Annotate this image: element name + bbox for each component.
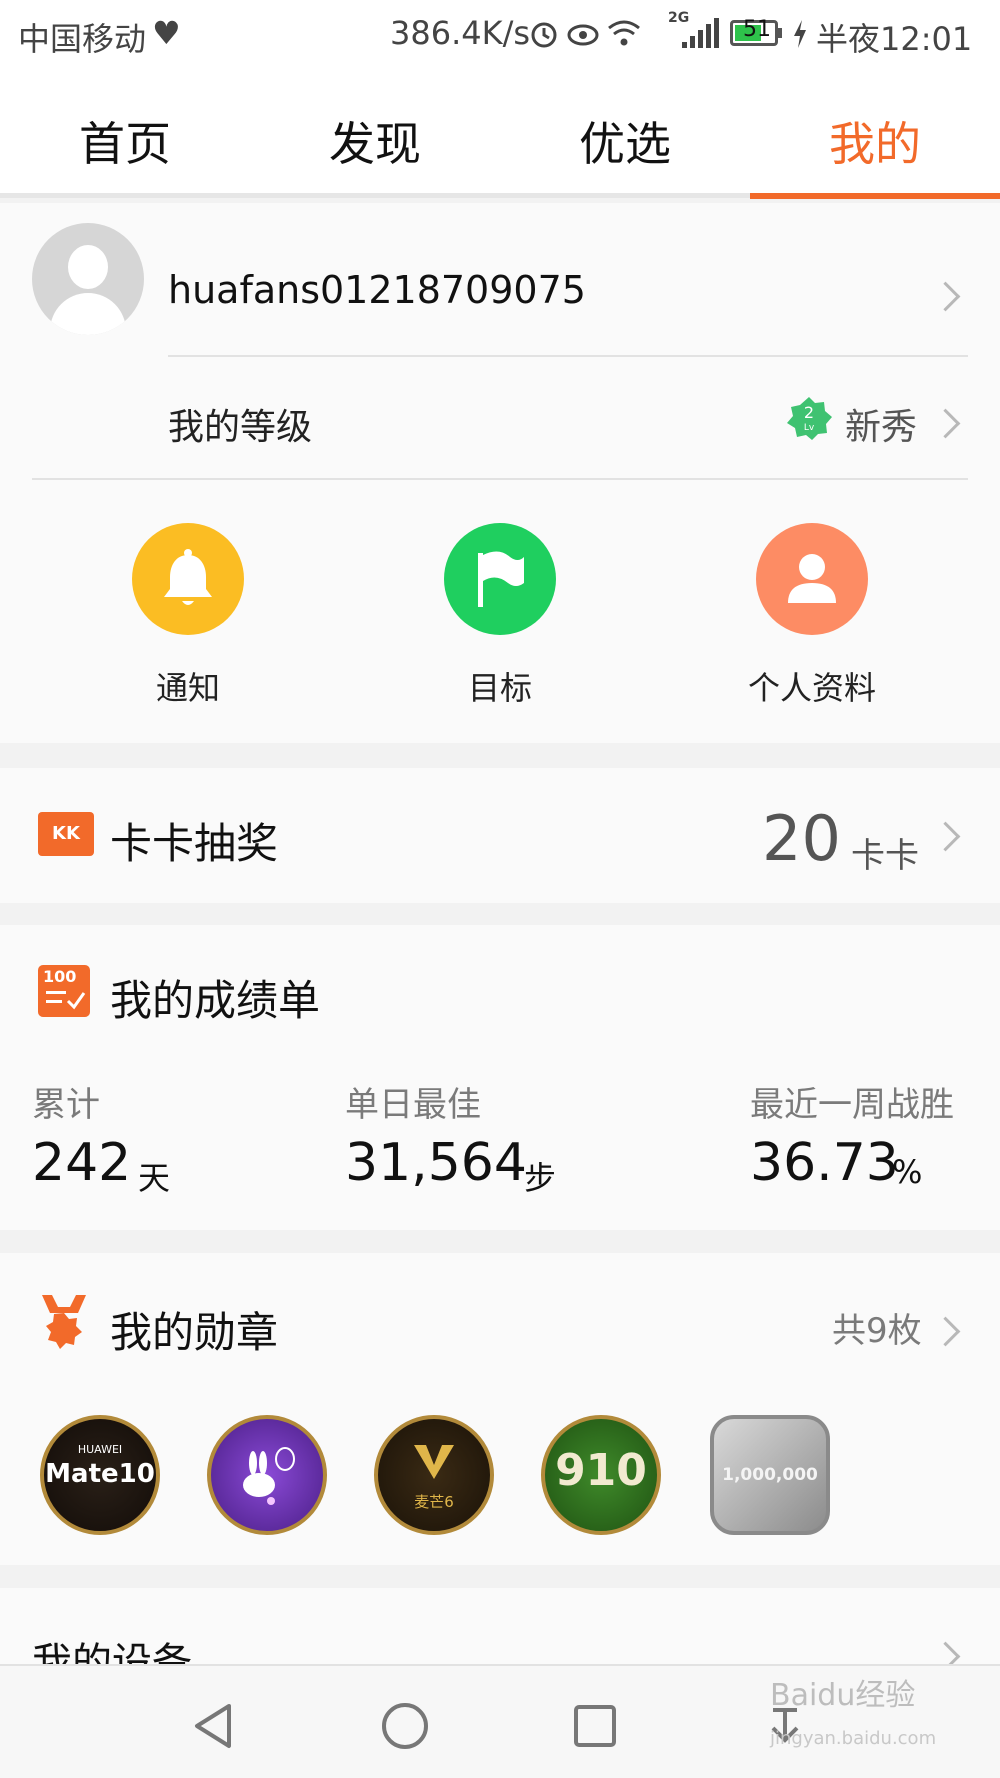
flag-icon (478, 551, 524, 607)
active-tab-indicator (750, 193, 1000, 199)
tab-featured[interactable]: 优选 (500, 108, 750, 174)
baidu-watermark: Baidu经验 (770, 1678, 916, 1713)
notification-circle[interactable] (132, 523, 244, 635)
level-name[interactable]: 新秀 (845, 398, 917, 450)
medal-rabbit-lantern[interactable] (207, 1415, 327, 1535)
medal-mate10[interactable]: HUAWEI Mate10 (40, 1415, 160, 1535)
kaka-count: 20 (762, 802, 841, 875)
rabbit-icon (243, 1447, 295, 1505)
avatar[interactable] (32, 223, 144, 335)
battery-icon: 51 (730, 17, 778, 46)
medals-title: 我的勋章 (110, 1308, 279, 1357)
recents-icon[interactable] (565, 1696, 625, 1756)
alarm-icon (531, 22, 557, 48)
stat-unit-best-day: 步 (524, 1159, 557, 1197)
tab-home[interactable]: 首页 (0, 108, 250, 174)
quick-action-label: 个人资料 (747, 669, 876, 707)
goal-circle[interactable] (444, 523, 556, 635)
clock: 半夜12:01 (816, 20, 973, 58)
divider (32, 478, 968, 480)
medal-brand: HUAWEI (77, 1443, 123, 1456)
status-bar: 中国移动 ♥ 386.4K/s 2G 51 半夜12:01 (0, 0, 1000, 68)
devices-title: 我的设备 (32, 1640, 192, 1668)
home-icon[interactable] (375, 1696, 435, 1756)
report-score-icon: 100 (38, 965, 90, 1017)
tab-discover[interactable]: 发现 (250, 108, 500, 174)
stat-value-best-day: 31,564 (345, 1133, 527, 1193)
devices-row[interactable]: 我的设备 (0, 1588, 1000, 1668)
quick-action-label: 目标 (467, 669, 532, 707)
report-card: 100 我的成绩单 累计 242 天 单日最佳 31,564 步 最近一周战胜 … (0, 925, 1000, 1230)
signal-icon (682, 18, 719, 48)
level-number: 2 (804, 403, 814, 422)
medal-maimang6[interactable]: 麦芒6 (374, 1415, 494, 1535)
medals-card: 我的勋章 共9枚 HUAWEI Mate10 麦芒6 910 1,000,000 (0, 1253, 1000, 1565)
wifi-icon (608, 20, 640, 46)
stat-unit-total: 天 (138, 1159, 171, 1197)
level-label[interactable]: 我的等级 (168, 398, 312, 450)
divider (168, 355, 968, 357)
medal-million-steps[interactable]: 1,000,000 (710, 1415, 830, 1535)
kaka-unit: 卡卡 (851, 836, 919, 876)
level-badge-icon: 2 Lv (787, 397, 832, 440)
eye-comfort-icon (567, 24, 599, 46)
chevron-right-icon[interactable] (930, 821, 961, 852)
quick-action-notifications[interactable]: 通知 (88, 523, 288, 709)
kaka-ticket-icon: KK (38, 812, 94, 856)
stat-unit-week-beat: % (892, 1153, 923, 1191)
stat-label-best-day: 单日最佳 (345, 1085, 481, 1125)
maimang-logo-icon (414, 1445, 454, 1479)
charging-icon (794, 20, 806, 48)
chevron-right-icon[interactable] (930, 281, 961, 312)
report-title: 我的成绩单 (110, 976, 321, 1025)
stat-label-week-beat: 最近一周战胜 (750, 1085, 954, 1125)
top-tab-bar: 首页 发现 优选 我的 (0, 68, 1000, 199)
medal-label: Mate10 (45, 1459, 155, 1489)
medal-910[interactable]: 910 (541, 1415, 661, 1535)
person-icon (788, 554, 836, 603)
kaka-lottery-row[interactable]: KK 卡卡抽奖 20 卡卡 (0, 768, 1000, 903)
chevron-right-icon[interactable] (930, 1316, 961, 1347)
chevron-right-icon[interactable] (930, 408, 961, 439)
medal-icon (42, 1295, 86, 1349)
quick-action-goals[interactable]: 目标 (400, 523, 600, 709)
heart-rate-icon: ♥ (152, 14, 181, 52)
baidu-watermark-url: jingyan.baidu.com (770, 1728, 937, 1749)
battery-level: 51 (743, 17, 771, 42)
tab-mine[interactable]: 我的 (750, 108, 1000, 174)
stat-label-total: 累计 (32, 1085, 100, 1125)
username[interactable]: huafans01218709075 (168, 268, 586, 312)
quick-action-label: 通知 (155, 669, 220, 707)
profile-card: huafans01218709075 我的等级 2 Lv 新秀 通知 目标 个人… (0, 203, 1000, 743)
carrier-name: 中国移动 (18, 20, 147, 58)
quick-action-profile[interactable]: 个人资料 (712, 523, 912, 709)
profile-circle[interactable] (756, 523, 868, 635)
medal-label: 1,000,000 (722, 1465, 818, 1485)
level-badge-text: Lv (804, 423, 815, 433)
network-speed: 386.4K/s (390, 14, 531, 52)
kaka-title: 卡卡抽奖 (110, 819, 279, 868)
medal-label: 910 (555, 1445, 647, 1496)
medals-total[interactable]: 共9枚 (832, 1303, 922, 1352)
back-icon[interactable] (185, 1696, 245, 1756)
bell-icon (164, 549, 212, 605)
stat-value-week-beat: 36.73 (750, 1133, 899, 1193)
medal-label: 麦芒6 (414, 1493, 454, 1511)
battery-tip (778, 28, 782, 38)
stat-value-total: 242 (32, 1133, 132, 1193)
